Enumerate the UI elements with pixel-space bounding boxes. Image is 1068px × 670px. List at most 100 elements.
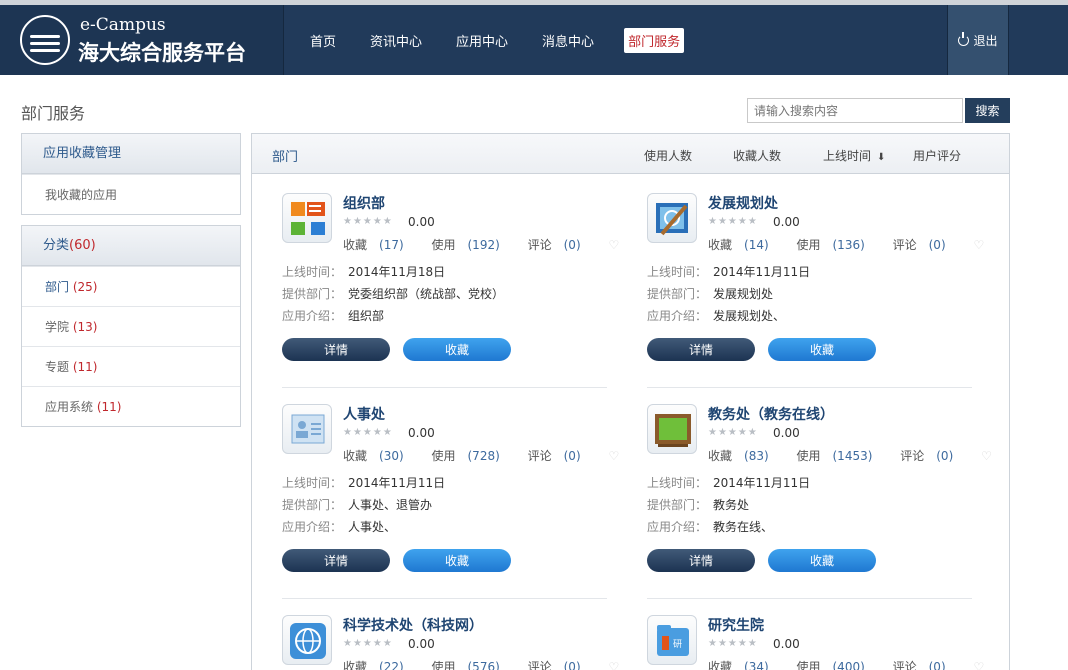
rating-score: 0.00: [408, 215, 435, 229]
heart-icon[interactable]: ♡: [973, 660, 984, 670]
category-item-system[interactable]: 应用系统 (11): [22, 386, 240, 426]
svg-text:研: 研: [673, 639, 682, 650]
category-item-dept[interactable]: 部门 (25): [22, 266, 240, 306]
category-item-label: 部门: [45, 280, 70, 294]
rating-stars: ★★★★★: [708, 638, 758, 649]
my-favorite-apps-link[interactable]: 我收藏的应用: [22, 174, 240, 214]
intro-value: 人事处、: [348, 520, 397, 534]
online-value: 2014年11月11日: [713, 265, 811, 279]
nav-apps[interactable]: 应用中心: [452, 28, 512, 53]
card-divider: [282, 387, 607, 388]
nav-home[interactable]: 首页: [306, 28, 340, 53]
dept-label: 提供部门：: [282, 498, 343, 512]
personnel-card-icon[interactable]: [282, 404, 332, 454]
comment-count: (0): [936, 449, 954, 463]
intro-label: 应用介绍：: [647, 520, 708, 534]
category-item-topic[interactable]: 专题 (11): [22, 346, 240, 386]
comment-count: (0): [928, 660, 946, 670]
nav-dept-services[interactable]: 部门服务: [624, 27, 685, 53]
app-stats: 收藏 (34) 使用 (400) 评论 (0) ♡: [708, 658, 996, 670]
card-divider: [282, 598, 607, 599]
rating-score: 0.00: [773, 637, 800, 651]
fav-label: 收藏: [708, 238, 733, 252]
favorite-button[interactable]: 收藏: [768, 338, 876, 361]
rating-stars: ★★★★★: [343, 216, 393, 227]
org-chart-icon[interactable]: [282, 193, 332, 243]
sort-label: 上线时间: [823, 149, 872, 163]
favorite-button[interactable]: 收藏: [403, 338, 511, 361]
app-title[interactable]: 发展规划处: [708, 193, 778, 213]
top-header: e-Campus 海大综合服务平台 首页 资讯中心 应用中心 消息中心 部门服务…: [0, 5, 1068, 75]
online-time-row: 上线时间： 2014年11月18日: [282, 263, 445, 280]
logout-button[interactable]: 退出: [947, 5, 1009, 75]
sort-by-users[interactable]: 使用人数: [644, 147, 692, 164]
app-title[interactable]: 教务处（教务在线）: [708, 404, 834, 424]
app-title[interactable]: 科学技术处（科技网）: [343, 615, 483, 635]
category-item-count: (11): [72, 360, 98, 374]
favorites-panel: 应用收藏管理 我收藏的应用: [21, 133, 241, 215]
detail-button[interactable]: 详情: [282, 549, 390, 572]
app-title[interactable]: 研究生院: [708, 615, 764, 635]
favorite-button[interactable]: 收藏: [403, 549, 511, 572]
dept-label: 提供部门：: [647, 498, 708, 512]
sort-by-online-time[interactable]: 上线时间 ⬇: [823, 147, 885, 164]
detail-button[interactable]: 详情: [647, 549, 755, 572]
provider-dept-row: 提供部门： 党委组织部（统战部、党校）: [282, 285, 504, 302]
dept-label: 提供部门：: [647, 287, 708, 301]
sort-by-rating[interactable]: 用户评分: [913, 147, 961, 164]
blackboard-icon[interactable]: [647, 404, 697, 454]
use-count: (728): [467, 449, 500, 463]
intro-label: 应用介绍：: [282, 309, 343, 323]
search-input[interactable]: [747, 98, 963, 123]
sort-down-arrow-icon: ⬇: [877, 152, 886, 163]
category-title-label: 分类: [43, 238, 70, 253]
main-nav: 首页 资讯中心 应用中心 消息中心 部门服务: [306, 5, 710, 75]
app-title[interactable]: 人事处: [343, 404, 385, 424]
use-label: 使用: [796, 238, 821, 252]
use-label: 使用: [431, 449, 456, 463]
app-card: 教务处（教务在线） ★★★★★ 0.00 收藏 (83) 使用 (1453) 评论 (…: [647, 404, 992, 604]
graduate-folder-icon[interactable]: 研: [647, 615, 697, 665]
dept-value: 发展规划处: [713, 287, 774, 301]
heart-icon[interactable]: ♡: [981, 449, 992, 463]
category-item-label: 应用系统: [45, 400, 94, 414]
intro-row: 应用介绍： 教务在线、: [647, 518, 773, 535]
nav-news[interactable]: 资讯中心: [366, 28, 426, 53]
intro-row: 应用介绍： 发展规划处、: [647, 307, 785, 324]
heart-icon[interactable]: ♡: [973, 238, 984, 252]
card-divider: [647, 598, 972, 599]
category-item-college[interactable]: 学院 (13): [22, 306, 240, 346]
detail-button[interactable]: 详情: [647, 338, 755, 361]
app-card: 人事处 ★★★★★ 0.00 收藏 (30) 使用 (728) 评论 (0) ♡ 上线…: [282, 404, 619, 604]
sort-by-favorites[interactable]: 收藏人数: [733, 147, 781, 164]
detail-button[interactable]: 详情: [282, 338, 390, 361]
fav-count: (14): [744, 238, 769, 252]
heart-icon[interactable]: ♡: [608, 449, 619, 463]
use-count: (192): [467, 238, 500, 252]
comment-count: (0): [563, 660, 581, 670]
app-card: 科学技术处（科技网） ★★★★★ 0.00 收藏 (22) 使用 (576) 评论 (…: [282, 615, 619, 670]
category-total-count: (60): [69, 238, 96, 253]
logo-english-name: e-Campus: [80, 15, 166, 35]
app-stats: 收藏 (22) 使用 (576) 评论 (0) ♡: [343, 658, 631, 670]
heart-icon[interactable]: ♡: [608, 238, 619, 252]
app-stats: 收藏 (30) 使用 (728) 评论 (0) ♡: [343, 447, 631, 464]
logo[interactable]: e-Campus 海大综合服务平台: [0, 5, 284, 75]
online-value: 2014年11月18日: [348, 265, 446, 279]
globe-icon[interactable]: [282, 615, 332, 665]
category-item-count: (11): [96, 400, 122, 414]
intro-row: 应用介绍： 组织部: [282, 307, 384, 324]
provider-dept-row: 提供部门： 发展规划处: [647, 285, 773, 302]
search-button[interactable]: 搜索: [965, 98, 1010, 123]
use-count: (400): [832, 660, 865, 670]
nav-messages[interactable]: 消息中心: [538, 28, 598, 53]
favorite-button[interactable]: 收藏: [768, 549, 876, 572]
app-card: 研 研究生院 ★★★★★ 0.00 收藏 (34) 使用 (400) 评论 (0) ♡: [647, 615, 984, 670]
planning-icon[interactable]: [647, 193, 697, 243]
app-title[interactable]: 组织部: [343, 193, 385, 213]
use-count: (576): [467, 660, 500, 670]
fav-label: 收藏: [708, 660, 733, 670]
online-time-row: 上线时间： 2014年11月11日: [282, 474, 445, 491]
use-label: 使用: [796, 449, 821, 463]
heart-icon[interactable]: ♡: [608, 660, 619, 670]
